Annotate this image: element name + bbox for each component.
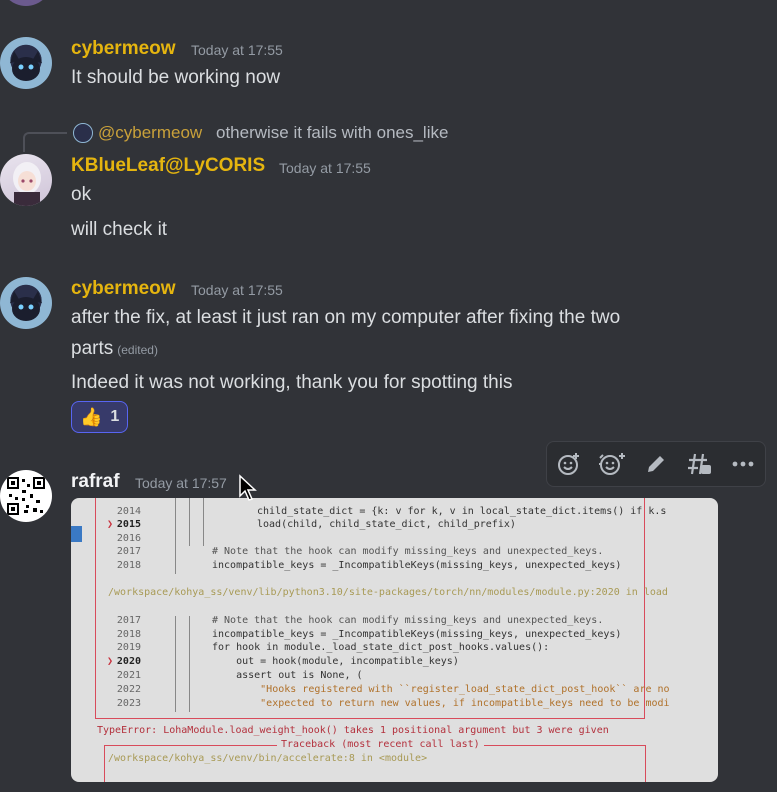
- create-thread-icon[interactable]: [685, 449, 715, 479]
- message-text: will check it: [71, 219, 168, 240]
- code-line: out = hook(module, incompatible_keys): [212, 656, 459, 667]
- code-line: child_state_dict = {k: v for k, v in loc…: [257, 506, 667, 517]
- message-text-continued: parts (edited): [71, 338, 158, 360]
- reaction-thumbs-up[interactable]: 👍 1: [71, 401, 129, 433]
- line-number: 2023: [116, 698, 141, 709]
- timestamp: Today at 17:55: [191, 42, 283, 58]
- reply-avatar[interactable]: [73, 123, 93, 143]
- line-number: 2015: [116, 519, 141, 530]
- code-line: incompatible_keys = _IncompatibleKeys(mi…: [212, 560, 622, 571]
- code-comment: # Note that the hook can modify missing_…: [212, 546, 604, 557]
- code-screenshot-attachment[interactable]: 2014 child_state_dict = {k: v for k, v i…: [71, 498, 718, 782]
- cat-avatar-icon: [10, 291, 42, 321]
- mouse-cursor-icon: [239, 474, 257, 501]
- reply-text[interactable]: otherwise it fails with ones_like: [216, 123, 448, 143]
- qr-code-avatar-icon: [7, 477, 45, 515]
- line-number: 2014: [116, 506, 141, 517]
- line-number: 2019: [116, 642, 141, 653]
- line-number: 2020: [116, 656, 141, 667]
- code-line: for hook in module._load_state_dict_post…: [212, 642, 550, 653]
- line-number: 2022: [116, 684, 141, 695]
- indent-guide: [189, 616, 190, 712]
- code-line: incompatible_keys = _IncompatibleKeys(mi…: [212, 629, 622, 640]
- add-reaction-icon[interactable]: [554, 449, 584, 479]
- avatar-rafraf[interactable]: [0, 470, 52, 522]
- file-path: /workspace/kohya_ss/venv/bin/accelerate:…: [108, 753, 428, 764]
- message-text: after the fix, at least it just ran on m…: [71, 307, 621, 328]
- line-number: 2016: [116, 533, 141, 544]
- avatar-kblueleaf[interactable]: [0, 154, 52, 206]
- code-string: "Hooks registered with ``register_load_s…: [212, 684, 670, 695]
- thumbs-up-icon: 👍: [80, 406, 103, 427]
- author-name[interactable]: cybermeow: [71, 278, 176, 300]
- indent-guide: [175, 498, 176, 574]
- code-comment: # Note that the hook can modify missing_…: [212, 615, 604, 626]
- author-name[interactable]: cybermeow: [71, 38, 176, 60]
- timestamp: Today at 17:57: [135, 475, 227, 491]
- code-string: "expected to return new values, if incom…: [212, 698, 670, 709]
- author-name[interactable]: rafraf: [71, 471, 120, 493]
- traceback-title: Traceback (most recent call last): [277, 739, 484, 750]
- error-message: TypeError: LohaModule.load_weight_hook()…: [97, 725, 609, 736]
- code-scroll-tab: [71, 526, 82, 542]
- author-name[interactable]: KBlueLeaf@LyCORIS: [71, 155, 265, 177]
- anime-girl-avatar-icon: [13, 162, 41, 206]
- cat-avatar-icon: [10, 51, 42, 81]
- reply-connector: [23, 132, 67, 152]
- avatar-cybermeow[interactable]: [0, 37, 52, 89]
- super-reaction-icon[interactable]: [597, 449, 627, 479]
- line-number: 2021: [116, 670, 141, 681]
- edited-label: (edited): [117, 343, 158, 357]
- code-line: assert out is None, (: [212, 670, 363, 681]
- message-actions-toolbar: [546, 441, 766, 487]
- message-text: ok: [71, 184, 92, 205]
- indent-guide: [203, 498, 204, 546]
- line-number: 2018: [116, 629, 141, 640]
- line-number: 2017: [116, 546, 141, 557]
- reply-mention[interactable]: @cybermeow: [98, 123, 202, 143]
- message-text: Indeed it was not working, thank you for…: [71, 372, 513, 393]
- edit-icon[interactable]: [641, 449, 671, 479]
- file-path: /workspace/kohya_ss/venv/lib/python3.10/…: [108, 587, 668, 598]
- line-number: 2017: [116, 615, 141, 626]
- more-icon[interactable]: [728, 449, 758, 479]
- message-text: parts: [71, 338, 114, 359]
- code-line: load(child, child_state_dict, child_pref…: [257, 519, 516, 530]
- avatar-cybermeow[interactable]: [0, 277, 52, 329]
- line-number: 2018: [116, 560, 141, 571]
- reaction-count: 1: [110, 408, 120, 425]
- avatar-previous[interactable]: [0, 0, 52, 6]
- indent-guide: [175, 616, 176, 712]
- message-text: It should be working now: [71, 67, 281, 88]
- timestamp: Today at 17:55: [191, 282, 283, 298]
- timestamp: Today at 17:55: [279, 160, 371, 176]
- indent-guide: [189, 498, 190, 546]
